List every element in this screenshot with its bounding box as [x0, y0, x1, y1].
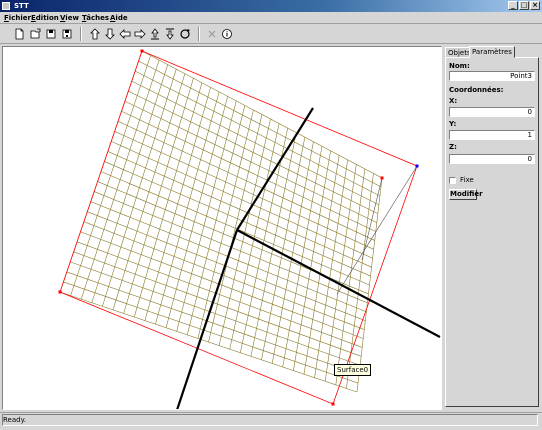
menu-taches[interactable]: Tâches — [82, 13, 109, 23]
selected-point — [415, 164, 419, 168]
surface-tooltip: Surface0 — [334, 364, 372, 376]
menu-fichier[interactable]: Fichier — [4, 13, 31, 23]
move-down-icon[interactable] — [163, 27, 177, 41]
grid-line — [107, 151, 372, 268]
control-point — [380, 176, 384, 180]
info-icon[interactable] — [220, 27, 234, 41]
axis-y — [236, 107, 314, 231]
tab-parametres[interactable]: Paramètres — [469, 46, 515, 58]
grid-line — [80, 231, 364, 339]
grid-line — [70, 261, 361, 366]
arrow-up-icon[interactable] — [88, 27, 102, 41]
arrow-right-icon[interactable] — [133, 27, 147, 41]
arrow-left-icon[interactable] — [118, 27, 132, 41]
delete-icon[interactable] — [205, 27, 219, 41]
parametres-pane: Nom: Point3 Coordonnées: X: 0 Y: 1 Z: 0 … — [445, 57, 539, 407]
grid-line — [73, 251, 362, 357]
grid-line — [76, 241, 363, 348]
open-file-icon[interactable] — [28, 27, 42, 41]
scene-svg[interactable] — [3, 47, 441, 409]
nom-field[interactable]: Point3 — [449, 71, 535, 81]
status-bar: Ready. — [0, 412, 542, 430]
status-text: Ready. — [3, 416, 26, 424]
minimize-button[interactable]: _ — [508, 1, 518, 10]
menu-aide[interactable]: Aide — [110, 13, 128, 23]
axis-x — [236, 229, 441, 338]
grid-line — [104, 161, 371, 277]
rotate-icon[interactable] — [178, 27, 192, 41]
properties-panel: Objets Paramètres Nom: Point3 Coordonnée… — [444, 46, 540, 410]
menu-view[interactable]: View — [60, 13, 79, 23]
z-label: Z: — [449, 143, 457, 151]
x-label: X: — [449, 97, 458, 105]
coordonnees-label: Coordonnées: — [449, 86, 504, 94]
menu-bar: Fichier Edition View Tâches Aide — [0, 12, 542, 24]
connector-line — [336, 165, 418, 295]
y-label: Y: — [449, 120, 457, 128]
y-field[interactable]: 1 — [449, 130, 535, 140]
app-icon[interactable] — [2, 2, 10, 10]
grid-line — [141, 50, 383, 179]
modifier-button[interactable]: Modifier — [449, 189, 483, 200]
grid-line — [111, 141, 373, 259]
toolbar-separator — [80, 27, 82, 41]
control-point — [140, 49, 144, 53]
control-point — [58, 290, 62, 294]
fixe-checkbox[interactable] — [449, 177, 456, 184]
fixe-label: Fixe — [460, 176, 474, 184]
connector-line — [361, 177, 383, 261]
grid-line — [100, 171, 370, 286]
grid-line — [66, 271, 360, 375]
move-up-icon[interactable] — [148, 27, 162, 41]
menu-edition[interactable]: Edition — [31, 13, 59, 23]
status-cell — [2, 414, 538, 426]
close-button[interactable]: × — [530, 1, 540, 10]
3d-viewport[interactable]: Surface0 — [2, 46, 442, 410]
toolbar — [0, 24, 542, 44]
grid-line — [138, 60, 382, 188]
nom-label: Nom: — [449, 62, 470, 70]
grid-line — [59, 291, 358, 393]
x-field[interactable]: 0 — [449, 107, 535, 117]
save-icon[interactable] — [44, 27, 58, 41]
arrow-down-icon[interactable] — [103, 27, 117, 41]
maximize-button[interactable]: □ — [519, 1, 529, 10]
z-field[interactable]: 0 — [449, 154, 535, 164]
grid-line — [63, 281, 359, 384]
new-file-icon[interactable] — [12, 27, 26, 41]
toolbar-separator — [198, 27, 200, 41]
title-bar: STT _ □ × — [0, 0, 542, 12]
save-as-icon[interactable] — [60, 27, 74, 41]
window-title: STT — [14, 2, 29, 10]
surface-grid — [59, 50, 383, 393]
control-point — [331, 402, 335, 406]
